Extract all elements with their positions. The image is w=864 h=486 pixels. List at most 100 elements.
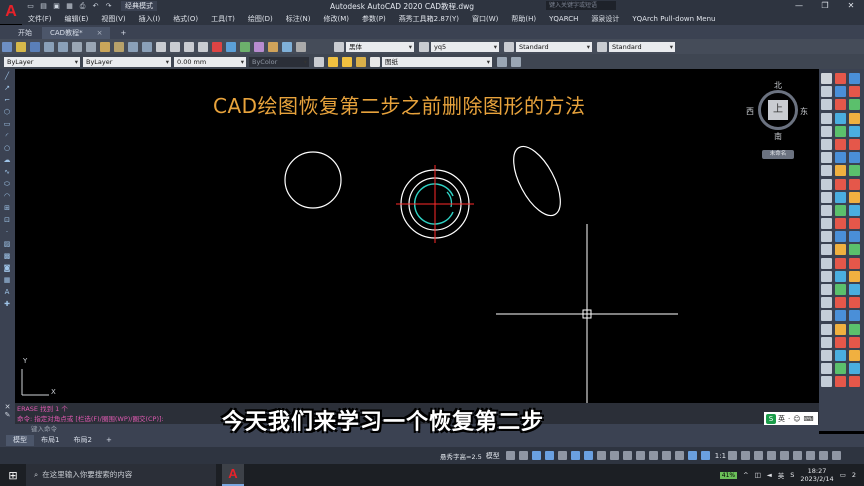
taskbar-clock[interactable]: 18:27 2023/2/14 (800, 467, 833, 483)
pan-icon[interactable] (156, 41, 166, 52)
quick-properties-icon[interactable] (767, 451, 777, 460)
match-properties-icon[interactable] (114, 41, 124, 52)
close-tab-icon[interactable]: × (97, 29, 103, 37)
mirror-icon[interactable] (821, 99, 832, 111)
tool-icon[interactable] (849, 218, 860, 230)
array-icon[interactable] (821, 125, 832, 137)
tool-icon[interactable] (835, 363, 846, 375)
menu-dimension[interactable]: 标注(N) (286, 14, 311, 24)
tab-layout1[interactable]: 布局1 (34, 435, 66, 446)
table-style-select[interactable]: Standard (516, 41, 592, 52)
markup-icon[interactable] (268, 41, 278, 52)
menu-help[interactable]: 帮助(H) (511, 14, 536, 24)
ellipse-shape[interactable] (504, 139, 570, 222)
lengthen-icon[interactable] (821, 323, 832, 335)
tool-icon[interactable] (835, 284, 846, 295)
tab-model[interactable]: 模型 (6, 435, 34, 446)
viewcube-top-face[interactable]: 上 (768, 100, 788, 120)
menu-yuanquan[interactable]: 源泉设计 (591, 14, 619, 24)
color-select[interactable]: ByLayer (4, 56, 80, 67)
new-icon[interactable]: ▭ (26, 2, 35, 11)
autocad-logo-icon[interactable]: A (0, 0, 22, 24)
zoom-realtime-icon[interactable] (170, 41, 180, 52)
isolate-objects-icon[interactable] (793, 451, 803, 460)
tool-icon[interactable] (849, 297, 860, 309)
tool-icon[interactable] (849, 257, 860, 269)
drawing-canvas[interactable]: CAD绘图恢复第二步之前删除图形的方法 Y X (15, 69, 819, 403)
open-icon[interactable]: ▤ (39, 2, 48, 11)
layer-lock-icon[interactable] (356, 56, 366, 67)
text-style-select[interactable]: 黑体 (346, 41, 414, 52)
notification-icon[interactable]: ▭ (840, 471, 846, 479)
tool-palettes-icon[interactable] (240, 41, 250, 52)
table-style-icon[interactable] (504, 41, 514, 52)
chamfer-icon[interactable] (821, 244, 832, 256)
tool-icon[interactable] (849, 349, 860, 361)
add-layout-button[interactable]: + (99, 435, 119, 446)
linetype-select[interactable]: ByLayer (83, 56, 171, 67)
tab-layout2[interactable]: 布局2 (66, 435, 98, 446)
tool-icon[interactable] (849, 231, 860, 243)
dim-style-select[interactable]: yq5 (431, 41, 499, 52)
copy-icon[interactable] (86, 41, 96, 52)
customization-icon[interactable] (832, 451, 842, 460)
minimize-icon[interactable]: — (786, 0, 812, 12)
grid-icon[interactable] (505, 451, 515, 460)
snap-icon[interactable] (518, 451, 528, 460)
tool-icon[interactable] (835, 323, 846, 335)
isodraft-icon[interactable] (557, 451, 567, 460)
layer-previous-icon[interactable] (511, 56, 521, 67)
close-icon[interactable]: ✕ (0, 403, 15, 411)
units-icon[interactable] (754, 451, 764, 460)
menu-file[interactable]: 文件(F) (28, 14, 52, 24)
tool-icon[interactable] (835, 310, 846, 322)
layer-select[interactable]: 图纸 (382, 56, 492, 67)
tool-icon[interactable] (835, 178, 846, 190)
plot-icon[interactable] (44, 41, 54, 52)
new-tab-button[interactable]: + (112, 27, 134, 39)
viewcube-south[interactable]: 南 (774, 131, 782, 142)
menu-window[interactable]: 窗口(W) (472, 14, 498, 24)
help-search-input[interactable]: 键入关键字或短语 (546, 1, 616, 10)
cut-icon[interactable] (72, 41, 82, 52)
transparency-icon[interactable] (609, 451, 619, 460)
tool-icon[interactable] (849, 73, 860, 84)
tool-icon[interactable] (835, 349, 846, 361)
tool-icon[interactable] (849, 112, 860, 124)
ellipse-arc-icon[interactable]: ◠ (2, 192, 12, 201)
annotation-monitor-icon[interactable] (741, 451, 751, 460)
circle-shape[interactable] (284, 151, 342, 209)
menu-format[interactable]: 格式(O) (173, 14, 198, 24)
construction-line-icon[interactable]: ↗ (2, 84, 12, 93)
dim-style-icon[interactable] (419, 41, 429, 52)
spline-icon[interactable]: ∿ (2, 168, 12, 177)
selection-filter-icon[interactable] (661, 451, 671, 460)
tool-icon[interactable] (835, 270, 846, 282)
blend-icon[interactable] (821, 297, 832, 309)
menu-view[interactable]: 视图(V) (101, 14, 125, 24)
edit-polyline-icon[interactable] (821, 336, 832, 348)
trim-icon[interactable] (821, 191, 832, 203)
tab-cad-tutorial[interactable]: CAD教程* × (42, 27, 111, 39)
tool-icon[interactable] (849, 191, 860, 203)
battery-indicator[interactable]: 41% (719, 471, 738, 479)
dynamic-ucs-icon[interactable] (648, 451, 658, 460)
ime-s-icon[interactable]: S (790, 471, 794, 479)
tool-icon[interactable] (835, 257, 846, 269)
menu-yqarch-pulldown[interactable]: YQArch Pull-down Menu (632, 15, 715, 23)
paste-icon[interactable] (100, 41, 110, 52)
taskbar-search-input[interactable]: ⌕ 在这里输入你要搜索的内容 (26, 464, 216, 486)
new-icon[interactable] (2, 41, 12, 52)
help-icon[interactable] (296, 41, 306, 52)
object-snap-tracking-icon[interactable] (570, 451, 580, 460)
layer-color-icon[interactable] (370, 56, 380, 67)
selection-cycling-icon[interactable] (622, 451, 632, 460)
tool-icon[interactable] (849, 270, 860, 282)
edit-spline-icon[interactable] (821, 349, 832, 361)
hardware-acceleration-icon[interactable] (806, 451, 816, 460)
save-as-icon[interactable]: ▦ (65, 2, 74, 11)
tab-start[interactable]: 开始 (10, 27, 40, 39)
edit-text-icon[interactable] (821, 376, 832, 388)
lock-ui-icon[interactable] (780, 451, 790, 460)
multileader-style-icon[interactable] (597, 41, 607, 52)
